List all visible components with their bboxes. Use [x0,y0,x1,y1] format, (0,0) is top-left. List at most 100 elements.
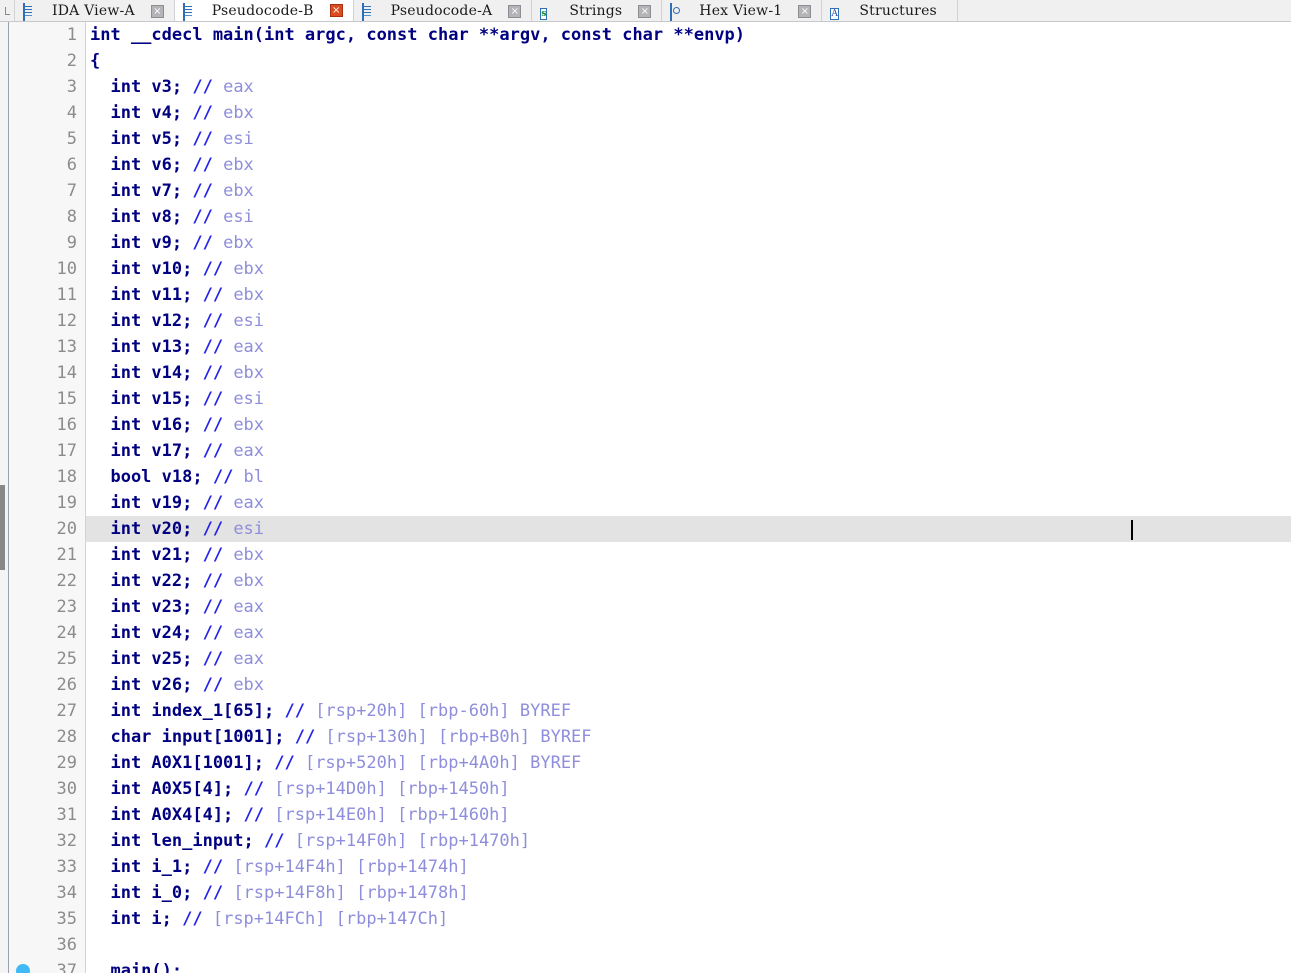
line-content: int v20; // esi [90,516,264,542]
line-content: main(); [90,958,182,973]
line-content: int v23; // eax [90,594,264,620]
line-highlight [86,334,1291,360]
code-line[interactable]: 34 int i_0; // [rsp+14F8h] [rbp+1478h] [0,880,1291,906]
line-highlight [86,490,1291,516]
declaration-token: int A0X1[1001]; [90,753,275,773]
code-line[interactable]: 27 int index_1[65]; // [rsp+20h] [rbp-60… [0,698,1291,724]
tab-hex-view-1[interactable]: Hex View-1 × [662,0,823,21]
line-highlight [86,516,1291,542]
comment-slashes-token: // [192,207,224,227]
line-number: 16 [56,415,77,435]
code-line[interactable]: 14 int v14; // ebx [0,360,1291,386]
code-line[interactable]: 6 int v6; // ebx [0,152,1291,178]
code-line[interactable]: 10 int v10; // ebx [0,256,1291,282]
tab-label: Strings [569,3,623,19]
code-line[interactable]: 28 char input[1001]; // [rsp+130h] [rbp+… [0,724,1291,750]
pseudocode-editor[interactable]: 1 int __cdecl main(int argc, const char *… [0,22,1291,973]
code-line[interactable]: 3 int v3; // eax [0,74,1291,100]
code-line[interactable]: 22 int v22; // ebx [0,568,1291,594]
tab-label: Structures [859,3,937,19]
declaration-token: int v15; [90,389,203,409]
line-content: int v24; // eax [90,620,264,646]
register-comment-token: [rsp+14FCh] [rbp+147Ch] [212,909,449,929]
register-comment-token: [rsp+14D0h] [rbp+1450h] [274,779,510,799]
declaration-token: int v25; [90,649,203,669]
code-line[interactable]: 11 int v11; // ebx [0,282,1291,308]
code-line[interactable]: 35 int i; // [rsp+14FCh] [rbp+147Ch] [0,906,1291,932]
line-number: 36 [56,935,77,955]
tab-pseudocode-a[interactable]: Pseudocode-A × [353,0,533,21]
line-content: int __cdecl main(int argc, const char **… [90,22,745,48]
code-line[interactable]: 9 int v9; // ebx [0,230,1291,256]
close-icon[interactable]: × [638,4,652,18]
tab-ida-view-a[interactable]: IDA View-A × [15,0,175,21]
declaration-token: int v6; [90,155,193,175]
code-line[interactable]: 4 int v4; // ebx [0,100,1291,126]
code-line[interactable]: 20 int v20; // esi [0,516,1291,542]
code-line[interactable]: 1 int __cdecl main(int argc, const char *… [0,22,1291,48]
comment-slashes-token: // [202,883,234,903]
close-icon[interactable]: × [150,4,164,18]
code-line[interactable]: 15 int v15; // esi [0,386,1291,412]
code-line[interactable]: 18 bool v18; // bl [0,464,1291,490]
code-line[interactable]: 17 int v17; // eax [0,438,1291,464]
register-comment-token: esi [223,129,254,149]
close-icon[interactable]: × [329,4,343,17]
register-comment-token: ebx [233,415,265,435]
line-content: int len_input; // [rsp+14F0h] [rbp+1470h… [90,828,530,854]
code-line[interactable]: 33 int i_1; // [rsp+14F4h] [rbp+1474h] [0,854,1291,880]
code-line[interactable]: 31 int A0X4[4]; // [rsp+14E0h] [rbp+1460… [0,802,1291,828]
line-content: int v22; // ebx [90,568,264,594]
declaration-token: int v10; [90,259,203,279]
close-icon[interactable]: × [508,4,522,18]
line-content: int A0X1[1001]; // [rsp+520h] [rbp+4A0h]… [90,750,581,776]
declaration-token: int v24; [90,623,203,643]
register-comment-token: ebx [233,259,265,279]
line-content: int v9; // ebx [90,230,253,256]
line-number: 9 [66,233,77,253]
code-line[interactable]: 19 int v19; // eax [0,490,1291,516]
code-line[interactable]: 30 int A0X5[4]; // [rsp+14D0h] [rbp+1450… [0,776,1291,802]
code-line[interactable]: 36 [0,932,1291,958]
register-comment-token: eax [233,649,265,669]
line-content: char input[1001]; // [rsp+130h] [rbp+B0h… [90,724,591,750]
code-line[interactable]: 24 int v24; // eax [0,620,1291,646]
code-line[interactable]: 21 int v21; // ebx [0,542,1291,568]
comment-slashes-token: // [192,181,224,201]
code-line[interactable]: 12 int v12; // esi [0,308,1291,334]
line-content: int i_0; // [rsp+14F8h] [rbp+1478h] [90,880,468,906]
declaration-token: int v23; [90,597,203,617]
register-comment-token: [rsp+14F0h] [rbp+1470h] [294,831,531,851]
code-line[interactable]: 8 int v8; // esi [0,204,1291,230]
code-line[interactable]: 16 int v16; // ebx [0,412,1291,438]
code-line[interactable]: 32 int len_input; // [rsp+14F0h] [rbp+14… [0,828,1291,854]
code-line[interactable]: 23 int v23; // eax [0,594,1291,620]
line-number: 25 [56,649,77,669]
code-line[interactable]: 37 main(); [0,958,1291,973]
comment-slashes-token: // [202,285,234,305]
code-line[interactable]: 5 int v5; // esi [0,126,1291,152]
tab-strings[interactable]: s Strings × [532,0,663,21]
declaration-token: int v20; [90,519,203,539]
code-token: main(); [90,961,183,973]
tab-pseudocode-b[interactable]: Pseudocode-B × [174,0,354,21]
code-line[interactable]: 13 int v13; // eax [0,334,1291,360]
line-content: int v14; // ebx [90,360,264,386]
close-icon[interactable]: × [798,4,812,18]
code-line[interactable]: 26 int v26; // ebx [0,672,1291,698]
line-number: 32 [56,831,77,851]
line-number: 21 [56,545,77,565]
code-line[interactable]: 7 int v7; // ebx [0,178,1291,204]
tab-structures[interactable]: A Structures [822,0,958,21]
code-line[interactable]: 29 int A0X1[1001]; // [rsp+520h] [rbp+4A… [0,750,1291,776]
line-number: 11 [56,285,77,305]
code-line[interactable]: 2{ [0,48,1291,74]
line-number: 13 [56,337,77,357]
line-highlight [86,932,1291,958]
tab-scroll-left-button[interactable] [0,0,15,21]
declaration-token: int A0X4[4]; [90,805,244,825]
line-number: 10 [56,259,77,279]
code-line[interactable]: 25 int v25; // eax [0,646,1291,672]
register-comment-token: ebx [223,181,254,201]
line-number: 33 [56,857,77,877]
